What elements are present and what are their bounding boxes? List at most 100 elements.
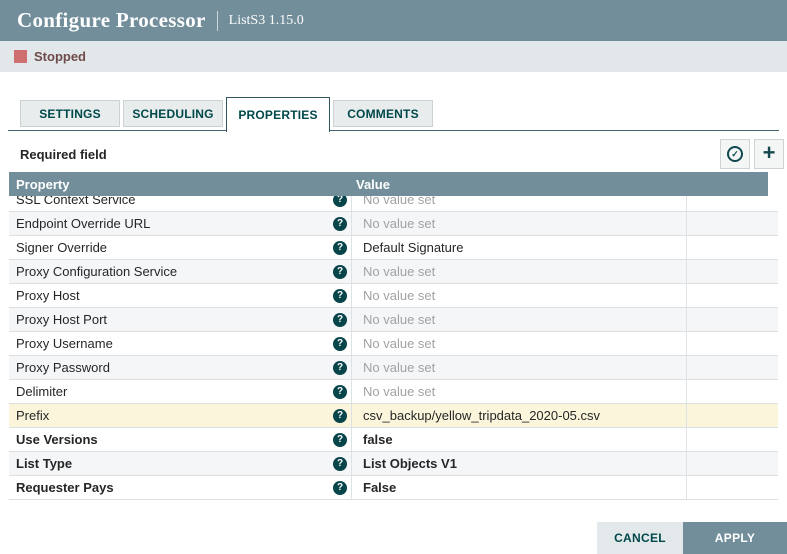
property-cell: Proxy Configuration Service ? bbox=[9, 260, 352, 283]
table-row[interactable]: Proxy Host ? No value set bbox=[9, 284, 778, 308]
value-column-header: Value bbox=[345, 177, 390, 192]
help-icon[interactable]: ? bbox=[333, 433, 347, 447]
table-header: Property Value bbox=[9, 172, 768, 196]
table-row[interactable]: Endpoint Override URL ? No value set bbox=[9, 212, 778, 236]
value-label: No value set bbox=[363, 288, 435, 303]
property-label: Proxy Password bbox=[16, 360, 110, 375]
value-cell[interactable]: List Objects V1 bbox=[352, 452, 687, 475]
row-actions-cell bbox=[687, 196, 778, 211]
value-label: false bbox=[363, 432, 393, 447]
dialog-titlebar: Configure Processor ListS3 1.15.0 bbox=[0, 0, 787, 41]
table-row[interactable]: Requester Pays ? False bbox=[9, 476, 778, 500]
table-row[interactable]: Signer Override ? Default Signature bbox=[9, 236, 778, 260]
value-cell[interactable]: False bbox=[352, 476, 687, 499]
row-actions-cell bbox=[687, 212, 778, 235]
help-icon[interactable]: ? bbox=[333, 457, 347, 471]
help-icon[interactable]: ? bbox=[333, 265, 347, 279]
cancel-button[interactable]: CANCEL bbox=[597, 522, 683, 554]
property-cell: Use Versions ? bbox=[9, 428, 352, 451]
row-actions-cell bbox=[687, 284, 778, 307]
value-cell[interactable]: No value set bbox=[352, 260, 687, 283]
partial-row-clip: SSL Context Service ? No value set bbox=[9, 196, 778, 212]
row-actions-cell bbox=[687, 236, 778, 259]
value-cell[interactable]: No value set bbox=[352, 284, 687, 307]
value-cell[interactable]: No value set bbox=[352, 196, 687, 211]
property-cell: Proxy Host ? bbox=[9, 284, 352, 307]
row-actions-cell bbox=[687, 452, 778, 475]
property-label: List Type bbox=[16, 456, 72, 471]
value-label: Default Signature bbox=[363, 240, 463, 255]
help-icon[interactable]: ? bbox=[333, 217, 347, 231]
table-row-partial[interactable]: SSL Context Service ? No value set bbox=[9, 196, 778, 212]
property-label: Requester Pays bbox=[16, 480, 114, 495]
table-row[interactable]: List Type ? List Objects V1 bbox=[9, 452, 778, 476]
value-label: False bbox=[363, 480, 396, 495]
verify-properties-icon: ✓ bbox=[727, 146, 743, 162]
status-bar: Stopped bbox=[0, 41, 787, 72]
help-icon[interactable]: ? bbox=[333, 481, 347, 495]
property-label: Proxy Configuration Service bbox=[16, 264, 177, 279]
tab-properties-label: PROPERTIES bbox=[238, 108, 317, 122]
value-cell[interactable]: No value set bbox=[352, 380, 687, 403]
row-actions-cell bbox=[687, 332, 778, 355]
row-actions-cell bbox=[687, 476, 778, 499]
table-row[interactable]: Proxy Username ? No value set bbox=[9, 332, 778, 356]
value-label: No value set bbox=[363, 384, 435, 399]
property-cell: Proxy Username ? bbox=[9, 332, 352, 355]
value-label: No value set bbox=[363, 264, 435, 279]
tab-settings-label: SETTINGS bbox=[39, 107, 101, 121]
row-actions-cell bbox=[687, 260, 778, 283]
value-cell[interactable]: No value set bbox=[352, 212, 687, 235]
property-cell: List Type ? bbox=[9, 452, 352, 475]
tab-settings[interactable]: SETTINGS bbox=[20, 100, 120, 127]
help-icon[interactable]: ? bbox=[333, 409, 347, 423]
add-property-icon: + bbox=[763, 142, 776, 164]
property-label: Proxy Host bbox=[16, 288, 80, 303]
status-label: Stopped bbox=[34, 49, 86, 64]
table-row[interactable]: Proxy Configuration Service ? No value s… bbox=[9, 260, 778, 284]
tab-comments[interactable]: COMMENTS bbox=[333, 100, 433, 127]
table-row-prefix-highlighted[interactable]: Prefix ? csv_backup/yellow_tripdata_2020… bbox=[9, 404, 778, 428]
table-row[interactable]: Delimiter ? No value set bbox=[9, 380, 778, 404]
property-label: Endpoint Override URL bbox=[16, 216, 150, 231]
help-icon[interactable]: ? bbox=[333, 337, 347, 351]
properties-table: Property Value SSL Context Service ? No … bbox=[9, 172, 778, 500]
row-actions-cell bbox=[687, 428, 778, 451]
value-cell[interactable]: No value set bbox=[352, 308, 687, 331]
table-row[interactable]: Use Versions ? false bbox=[9, 428, 778, 452]
help-icon[interactable]: ? bbox=[333, 196, 347, 207]
property-label: Proxy Host Port bbox=[16, 312, 107, 327]
toolbar-buttons: ✓ + bbox=[720, 139, 784, 169]
value-cell[interactable]: false bbox=[352, 428, 687, 451]
value-label: No value set bbox=[363, 360, 435, 375]
value-cell[interactable]: No value set bbox=[352, 356, 687, 379]
property-label: Proxy Username bbox=[16, 336, 113, 351]
row-actions-cell bbox=[687, 308, 778, 331]
processor-name-version: ListS3 1.15.0 bbox=[229, 13, 304, 29]
property-label: Use Versions bbox=[16, 432, 98, 447]
properties-toolbar: Required field ✓ + bbox=[20, 139, 784, 169]
value-cell[interactable]: No value set bbox=[352, 332, 687, 355]
help-icon[interactable]: ? bbox=[333, 313, 347, 327]
help-icon[interactable]: ? bbox=[333, 361, 347, 375]
row-actions-cell bbox=[687, 404, 778, 427]
help-icon[interactable]: ? bbox=[333, 289, 347, 303]
property-cell: SSL Context Service ? bbox=[9, 196, 352, 211]
property-cell: Proxy Password ? bbox=[9, 356, 352, 379]
value-label: List Objects V1 bbox=[363, 456, 457, 471]
property-label: Prefix bbox=[16, 408, 49, 423]
add-property-button[interactable]: + bbox=[754, 139, 784, 169]
required-field-label: Required field bbox=[20, 147, 107, 162]
value-cell[interactable]: csv_backup/yellow_tripdata_2020-05.csv bbox=[352, 404, 687, 427]
help-icon[interactable]: ? bbox=[333, 385, 347, 399]
property-cell: Requester Pays ? bbox=[9, 476, 352, 499]
table-row[interactable]: Proxy Password ? No value set bbox=[9, 356, 778, 380]
tab-properties[interactable]: PROPERTIES bbox=[226, 97, 330, 132]
row-actions-cell bbox=[687, 356, 778, 379]
apply-button[interactable]: APPLY bbox=[683, 522, 787, 554]
verify-properties-button[interactable]: ✓ bbox=[720, 139, 750, 169]
table-row[interactable]: Proxy Host Port ? No value set bbox=[9, 308, 778, 332]
tab-scheduling[interactable]: SCHEDULING bbox=[123, 100, 223, 127]
help-icon[interactable]: ? bbox=[333, 241, 347, 255]
value-cell[interactable]: Default Signature bbox=[352, 236, 687, 259]
